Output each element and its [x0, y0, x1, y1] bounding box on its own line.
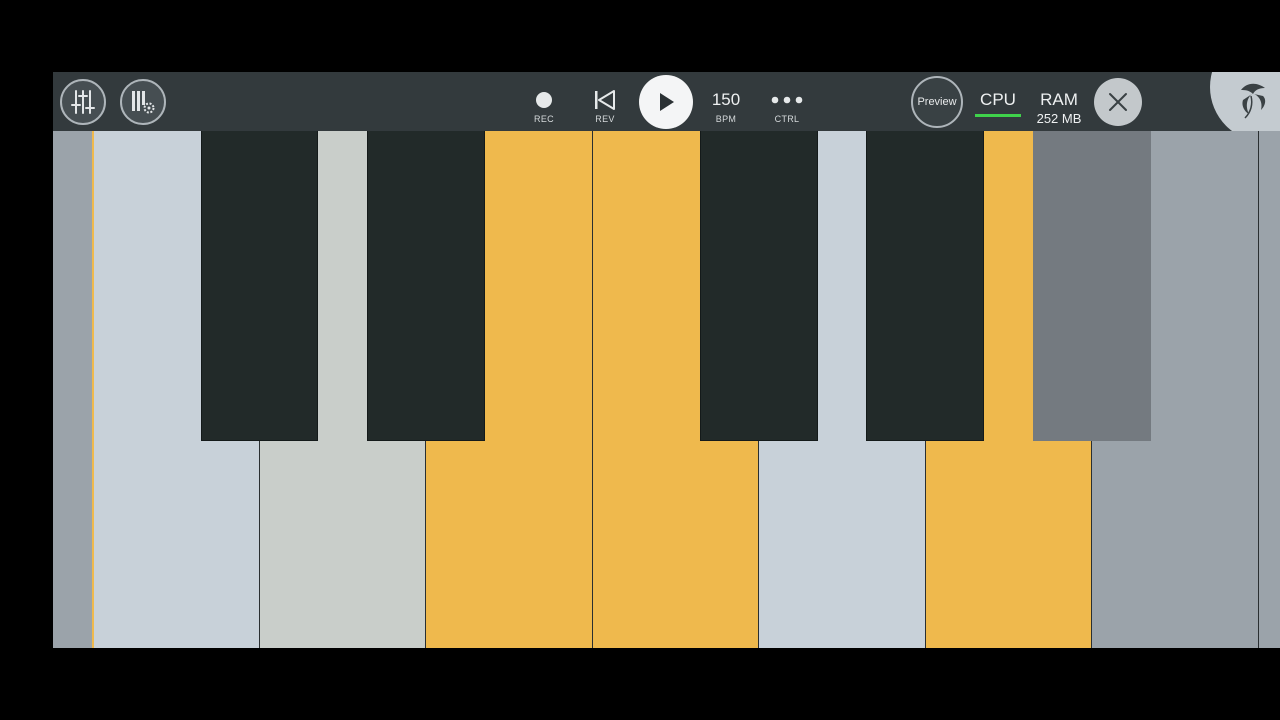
mixer-sliders-icon	[71, 90, 95, 114]
play-button[interactable]	[639, 75, 693, 129]
black-key[interactable]	[1033, 131, 1151, 441]
pressed-edge-indicator	[92, 131, 94, 648]
black-key[interactable]	[201, 131, 318, 441]
cpu-meter-bar	[975, 114, 1021, 117]
record-button[interactable]: REC	[514, 86, 574, 128]
more-dots-icon	[771, 96, 803, 104]
piano-settings-button[interactable]	[120, 79, 166, 125]
cpu-label: CPU	[980, 90, 1016, 109]
play-icon	[660, 93, 674, 111]
close-button[interactable]	[1094, 78, 1142, 126]
ram-label: RAM	[1040, 90, 1078, 109]
mixer-button[interactable]	[60, 79, 106, 125]
white-key[interactable]	[53, 131, 94, 648]
preview-button[interactable]: Preview	[911, 76, 963, 128]
close-icon	[1109, 93, 1127, 111]
rec-label: REC	[534, 114, 554, 124]
rewind-icon	[595, 90, 615, 110]
bpm-control[interactable]: 150 BPM	[696, 86, 756, 128]
cpu-meter-block: CPU	[973, 90, 1023, 117]
white-key[interactable]	[1259, 131, 1280, 648]
black-key[interactable]	[866, 131, 984, 441]
fl-fruit-logo-icon	[1241, 83, 1266, 119]
rev-label: REV	[595, 114, 615, 124]
ctrl-button[interactable]: CTRL	[757, 86, 817, 128]
black-key[interactable]	[700, 131, 818, 441]
ram-meter-block: RAM 252 MB	[1031, 90, 1087, 126]
toolbar: REC REV 150 BPM CTRL Preview CPU RAM 252…	[53, 72, 1280, 142]
ram-value: 252 MB	[1036, 111, 1082, 126]
ctrl-label: CTRL	[774, 114, 800, 124]
record-icon	[536, 92, 552, 108]
app-window: REC REV 150 BPM CTRL Preview CPU RAM 252…	[53, 72, 1280, 648]
bpm-label: BPM	[715, 114, 737, 124]
rewind-button[interactable]: REV	[575, 86, 635, 128]
black-key[interactable]	[367, 131, 485, 441]
piano-keyboard[interactable]	[53, 131, 1280, 648]
piano-settings-icon	[132, 91, 155, 114]
bpm-value: 150	[711, 90, 741, 109]
